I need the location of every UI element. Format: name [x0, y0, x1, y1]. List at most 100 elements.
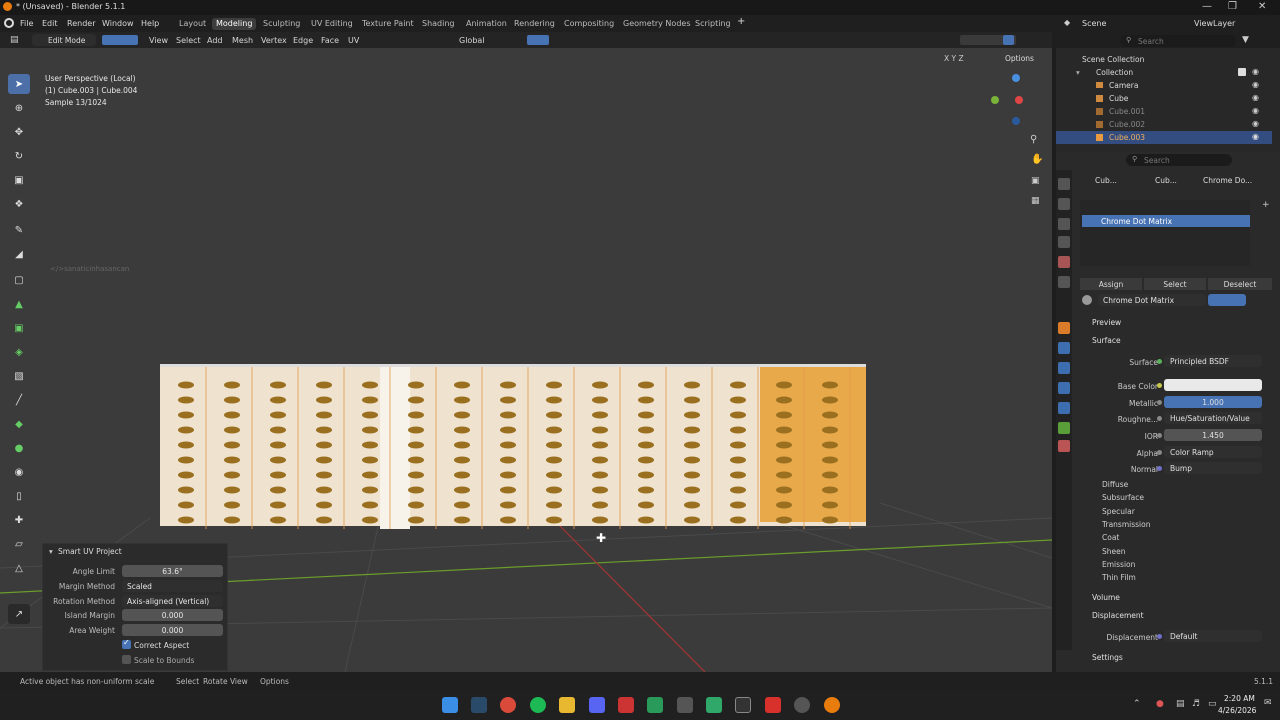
correct-aspect-checkbox[interactable]: ✓	[122, 638, 131, 649]
deselect-button[interactable]: Deselect	[1208, 278, 1272, 290]
menu-select[interactable]: Select	[176, 36, 201, 45]
surface-shader-field[interactable]: Principled BSDF	[1164, 355, 1262, 367]
margin-method-dropdown[interactable]: Scaled	[122, 580, 223, 592]
roughness-input-field[interactable]: Hue/Saturation/Value	[1164, 412, 1262, 424]
close-button[interactable]: ✕	[1258, 1, 1266, 12]
subsurface-subpanel[interactable]: Subsurface	[1102, 493, 1144, 502]
chrome-icon[interactable]	[500, 697, 516, 713]
angle-limit-field[interactable]: 63.6°	[122, 565, 223, 577]
menu-help[interactable]: Help	[141, 19, 159, 28]
outliner-item-camera[interactable]: Camera ◉	[1056, 79, 1272, 92]
cursor-tool[interactable]: ⊕	[8, 98, 30, 118]
battery-icon[interactable]: ▭	[1208, 699, 1217, 709]
base-color-swatch[interactable]	[1164, 379, 1262, 391]
axis-y-button[interactable]: Y	[952, 54, 957, 63]
collapse-icon[interactable]: ▾	[49, 547, 53, 556]
edge-slide-tool[interactable]: ▯	[8, 486, 30, 506]
inset-tool[interactable]: ▣	[8, 318, 30, 338]
world-tab[interactable]	[1058, 276, 1070, 288]
outliner-item-cube-003[interactable]: Cube.003 ◉	[1056, 131, 1272, 144]
transmission-subpanel[interactable]: Transmission	[1102, 520, 1150, 529]
notification-icon[interactable]: ✉	[1264, 698, 1272, 708]
axis-lock-buttons[interactable]: X Y Z	[944, 54, 964, 63]
normal-input-field[interactable]: Bump	[1164, 462, 1262, 474]
rotation-method-dropdown[interactable]: Axis-aligned (Vertical)	[122, 595, 223, 607]
menu-vertex[interactable]: Vertex	[261, 36, 287, 45]
displacement-input-field[interactable]: Default	[1164, 630, 1262, 642]
filter-icon[interactable]: ▼	[1242, 35, 1249, 45]
viewport-options-menu[interactable]: Options	[1005, 54, 1034, 63]
file-explorer-icon[interactable]	[559, 697, 575, 713]
emission-subpanel[interactable]: Emission	[1102, 560, 1135, 569]
loop-cut-tool[interactable]: ▧	[8, 366, 30, 386]
tab-compositing[interactable]: Compositing	[560, 18, 618, 30]
annotate-tool[interactable]: ✎	[8, 220, 30, 240]
ior-field[interactable]: 1.450	[1164, 429, 1262, 441]
volume-icon[interactable]: ♬	[1192, 699, 1200, 709]
blender-taskbar-icon[interactable]	[824, 697, 840, 713]
app-gray-icon[interactable]	[677, 697, 693, 713]
eye-icon[interactable]: ◉	[1252, 80, 1259, 89]
discord-icon[interactable]	[589, 697, 605, 713]
assign-button[interactable]: Assign	[1080, 278, 1142, 290]
material-tab[interactable]	[1058, 440, 1070, 452]
spotify-icon[interactable]	[530, 697, 546, 713]
rip-tool[interactable]: △	[8, 558, 30, 578]
blender-menu-icon[interactable]	[4, 18, 14, 28]
eye-icon[interactable]: ◉	[1252, 132, 1259, 141]
physics-tab[interactable]	[1058, 382, 1070, 394]
modifier-tab[interactable]	[1058, 342, 1070, 354]
menu-edit[interactable]: Edit	[42, 19, 58, 28]
preview-section-header[interactable]: Preview	[1092, 318, 1121, 327]
steam-icon[interactable]	[471, 697, 487, 713]
sheen-subpanel[interactable]: Sheen	[1102, 547, 1126, 556]
scene-selector[interactable]: Scene	[1082, 19, 1106, 28]
tab-uv-editing[interactable]: UV Editing	[307, 18, 357, 30]
tab-scripting[interactable]: Scripting	[691, 18, 735, 30]
knife-tool[interactable]: ╱	[8, 390, 30, 410]
metallic-field[interactable]: 1.000	[1164, 396, 1262, 408]
outliner-search-input[interactable]: ⚲ Search	[1120, 35, 1236, 47]
bevel-tool[interactable]: ◈	[8, 342, 30, 362]
tab-rendering[interactable]: Rendering	[510, 18, 559, 30]
tool-tab[interactable]	[1058, 178, 1070, 190]
menu-mesh[interactable]: Mesh	[232, 36, 253, 45]
axis-x-button[interactable]: X	[944, 54, 949, 63]
outliner-scene-collection[interactable]: Scene Collection	[1056, 53, 1272, 66]
gizmo-z-icon[interactable]	[1012, 74, 1020, 82]
maximize-button[interactable]: ❐	[1228, 1, 1237, 12]
output-tab[interactable]	[1058, 218, 1070, 230]
shear-tool[interactable]: ▱	[8, 534, 30, 554]
app-dark-icon[interactable]	[735, 697, 751, 713]
minimize-button[interactable]: —	[1202, 1, 1212, 12]
smooth-tool[interactable]: ◉	[8, 462, 30, 482]
thin-film-subpanel[interactable]: Thin Film	[1102, 573, 1136, 582]
island-margin-field[interactable]: 0.000	[122, 609, 223, 621]
outliner-item-cube[interactable]: Cube ◉	[1056, 92, 1272, 105]
outliner-item-cube-002[interactable]: Cube.002 ◉	[1056, 118, 1272, 131]
microphone-icon[interactable]: ●	[1156, 699, 1164, 709]
snap-toggle[interactable]	[527, 35, 549, 45]
app-teal-icon[interactable]	[706, 697, 722, 713]
select-mode-buttons[interactable]	[102, 35, 138, 45]
rotate-tool[interactable]: ↻	[8, 146, 30, 166]
tab-texture-paint[interactable]: Texture Paint	[358, 18, 418, 30]
eye-icon[interactable]: ◉	[1252, 106, 1259, 115]
uv-tool[interactable]: ↗	[8, 604, 30, 624]
zoom-icon[interactable]: ⚲	[1030, 134, 1037, 145]
app-circle-icon[interactable]	[794, 697, 810, 713]
menu-uv[interactable]: UV	[348, 36, 359, 45]
add-slot-icon[interactable]: +	[1262, 200, 1270, 210]
mode-selector[interactable]: Edit Mode	[32, 34, 96, 46]
shrink-fatten-tool[interactable]: ✚	[8, 510, 30, 530]
scale-to-bounds-checkbox[interactable]	[122, 655, 131, 664]
particles-tab[interactable]	[1058, 362, 1070, 374]
material-sphere-icon[interactable]	[1082, 295, 1092, 305]
volume-section-header[interactable]: Volume	[1092, 593, 1120, 602]
outliner-collection[interactable]: ▾ Collection ◉	[1056, 66, 1272, 79]
properties-search-input[interactable]: ⚲ Search	[1126, 154, 1232, 166]
scene-tab[interactable]	[1058, 256, 1070, 268]
alpha-input-field[interactable]: Color Ramp	[1164, 446, 1262, 458]
viewlayer-selector[interactable]: ViewLayer	[1194, 19, 1235, 28]
transform-orientation[interactable]: Global	[459, 36, 485, 45]
